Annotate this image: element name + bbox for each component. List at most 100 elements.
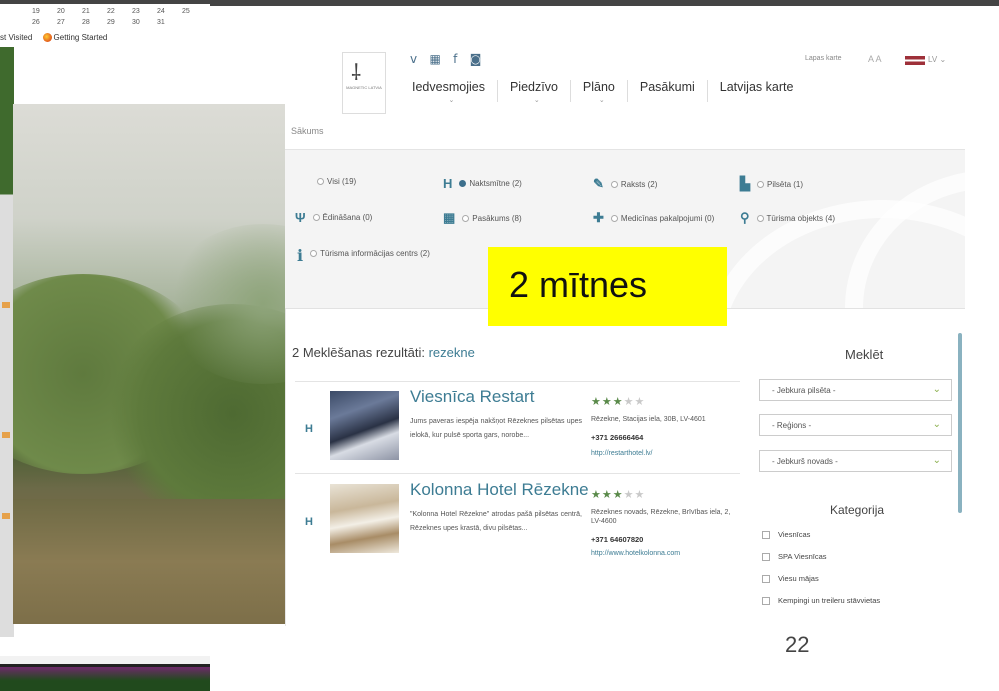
hotel-description: "Kolonna Hotel Rēzekne" atrodas pašā pil… xyxy=(410,511,582,532)
star-rating: ★★★★★ xyxy=(591,488,646,501)
logo-mark-icon: ⸸ xyxy=(351,61,362,86)
calendar-day[interactable]: 21 xyxy=(82,8,107,15)
filter-radio[interactable] xyxy=(312,214,320,221)
filter-radio[interactable] xyxy=(610,180,618,188)
calendar-day[interactable]: 31 xyxy=(157,19,182,26)
breadcrumb[interactable]: Sākums xyxy=(291,126,324,136)
bookmark-most-visited[interactable]: st Visited xyxy=(0,33,32,42)
hotel-name-link[interactable]: Viesnīca Restart xyxy=(410,387,534,407)
decorative-marker xyxy=(2,432,10,438)
filter-turisma-info-centrs[interactable]: i Tūrisma informācijas centrs (2) xyxy=(297,246,447,265)
checkbox[interactable] xyxy=(762,552,770,561)
hotel-website-link[interactable]: http://restarthotel.lv/ xyxy=(591,450,652,457)
filter-label: Naktsmītne (2) xyxy=(469,179,522,188)
firefox-icon xyxy=(42,33,52,43)
nav-item-pasakumi[interactable]: Pasākumi xyxy=(628,80,708,102)
site-map-link[interactable]: Lapas karte xyxy=(805,55,842,62)
nav-item-plano[interactable]: Plāno ⌄ xyxy=(571,80,628,104)
category-checkbox[interactable]: SPA Viesnīcas xyxy=(762,552,827,561)
hotel-thumbnail[interactable] xyxy=(330,484,399,553)
filter-radio-selected[interactable] xyxy=(459,180,467,187)
filter-medicinas[interactable]: ✚ Medicīnas pakalpojumi (0) xyxy=(593,210,714,226)
magnetic-latvia-logo[interactable]: ⸸ MAGNETIC LATVIA xyxy=(342,52,386,114)
social-links: v ▦ f ◙ xyxy=(410,52,490,66)
filter-label: Pilsēta (1) xyxy=(767,179,804,189)
filter-label: Raksts (2) xyxy=(620,179,658,189)
chevron-down-icon: ⌄ xyxy=(598,97,605,104)
calendar-day[interactable]: 23 xyxy=(132,8,157,15)
filter-radio[interactable] xyxy=(757,180,764,188)
latvia-flag-icon[interactable] xyxy=(905,56,925,65)
filter-raksts[interactable]: ✎ Raksts (2) xyxy=(593,176,657,192)
scrollbar[interactable] xyxy=(958,333,962,513)
category-checkbox[interactable]: Viesnīcas xyxy=(762,530,810,539)
region-select[interactable]: - Reģions - ⌄ xyxy=(759,414,952,436)
hotel-marker-icon: H xyxy=(305,423,313,435)
article-icon: ✎ xyxy=(593,176,604,191)
filter-label: Ēdināšana (0) xyxy=(322,213,373,222)
filter-radio[interactable] xyxy=(317,178,324,185)
chevron-down-icon: ⌄ xyxy=(533,97,540,104)
results-query: rezekne xyxy=(428,345,475,360)
filter-radio[interactable] xyxy=(462,214,470,222)
decorative-swoosh xyxy=(845,170,965,308)
filter-pilseta[interactable]: ▙ Pilsēta (1) xyxy=(740,176,803,192)
checkbox[interactable] xyxy=(762,596,770,605)
nav-item-latvijas-karte[interactable]: Latvijas karte xyxy=(708,80,806,102)
youtube-icon[interactable]: ▦ xyxy=(429,52,440,66)
calendar-day[interactable]: 20 xyxy=(57,8,82,15)
category-label: SPA Viesnīcas xyxy=(778,552,827,561)
result-item: H Kolonna Hotel Rēzekne "Kolonna Hotel R… xyxy=(295,480,740,584)
calendar-row: 26 27 28 29 30 31 xyxy=(32,19,182,26)
calendar-day[interactable]: 29 xyxy=(107,19,132,26)
filter-label: Medicīnas pakalpojumi (0) xyxy=(620,213,715,223)
hotel-thumbnail[interactable] xyxy=(330,391,399,460)
instagram-icon[interactable]: ◙ xyxy=(470,52,482,66)
municipality-select[interactable]: - Jebkurš novads - ⌄ xyxy=(759,450,952,472)
filter-turisma-objekts[interactable]: ⚲ Tūrisma objekts (4) xyxy=(740,210,835,226)
bookmark-getting-started[interactable]: Getting Started xyxy=(54,33,108,42)
city-select[interactable]: - Jebkura pilsēta - ⌄ xyxy=(759,379,952,401)
hotel-phone: +371 64607820 xyxy=(591,535,644,544)
divider xyxy=(295,381,740,382)
hotel-name-link[interactable]: Kolonna Hotel Rēzekne xyxy=(410,480,589,500)
filter-visi[interactable]: Visi (19) xyxy=(300,177,356,186)
filter-radio[interactable] xyxy=(310,250,318,257)
nav-label: Piedzīvo xyxy=(509,80,558,94)
filter-radio[interactable] xyxy=(756,214,764,222)
language-selector[interactable]: LV ⌄ xyxy=(928,55,946,64)
chevron-down-icon: ⌄ xyxy=(932,455,941,466)
hotel-address: Rēzeknes novads, Rēzekne, Brīvības iela,… xyxy=(591,509,731,525)
calendar-day[interactable]: 28 xyxy=(82,19,107,26)
nav-label: Latvijas karte xyxy=(719,80,794,94)
filter-edinasana[interactable]: Ψ Ēdināšana (0) xyxy=(295,210,372,225)
filter-naktsmitne[interactable]: H Naktsmītne (2) xyxy=(443,176,522,191)
calendar-day[interactable]: 26 xyxy=(32,19,57,26)
calendar-day[interactable]: 27 xyxy=(57,19,82,26)
info-icon: i xyxy=(297,246,304,265)
nav-label: Iedvesmojies xyxy=(412,80,485,94)
filter-radio[interactable] xyxy=(610,214,618,222)
photo-river xyxy=(13,499,285,624)
hotel-website-link[interactable]: http://www.hotelkolonna.com xyxy=(591,550,680,557)
map-pin-icon: ⚲ xyxy=(740,210,750,225)
category-checkbox[interactable]: Kempingi un treileru stāvvietas xyxy=(762,596,880,605)
calendar-day[interactable]: 19 xyxy=(32,8,57,15)
category-checkbox[interactable]: Viesu mājas xyxy=(762,574,819,583)
calendar-day[interactable]: 25 xyxy=(182,8,207,15)
filter-label: Visi (19) xyxy=(327,177,357,186)
calendar-day[interactable]: 22 xyxy=(107,8,132,15)
vimeo-icon[interactable]: v xyxy=(410,52,417,66)
font-size-toggle[interactable]: A A xyxy=(868,54,882,64)
calendar-row: 19 20 21 22 23 24 25 xyxy=(32,8,207,15)
nav-item-iedvesmojies[interactable]: Iedvesmojies ⌄ xyxy=(400,80,498,104)
checkbox[interactable] xyxy=(762,530,770,539)
facebook-icon[interactable]: f xyxy=(453,52,457,66)
calendar-day[interactable]: 24 xyxy=(157,8,182,15)
filter-pasakums[interactable]: ▦ Pasākums (8) xyxy=(443,210,522,226)
calendar-day[interactable]: 30 xyxy=(132,19,157,26)
checkbox[interactable] xyxy=(762,574,770,583)
calendar-widget: 19 20 21 22 23 24 25 26 27 28 29 30 31 xyxy=(0,4,210,32)
background-window-strip xyxy=(0,47,14,637)
nav-item-piedzivo[interactable]: Piedzīvo ⌄ xyxy=(498,80,571,104)
